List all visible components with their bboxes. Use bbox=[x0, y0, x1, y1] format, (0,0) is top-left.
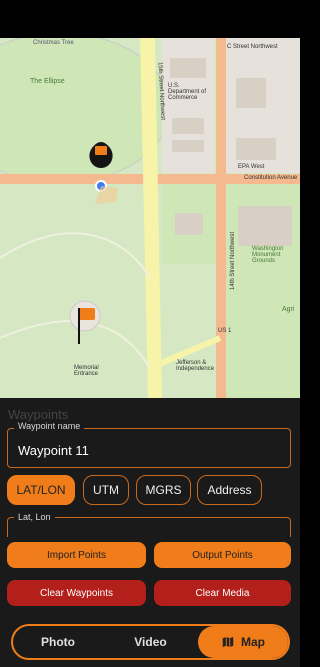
map-label-dept-commerce: U.S. Department of Commerce bbox=[168, 83, 207, 101]
clear-media-button[interactable]: Clear Media bbox=[154, 580, 291, 606]
map-label-agri: Agri bbox=[282, 306, 295, 313]
map-label-jefferson: Jefferson & Independence bbox=[176, 360, 215, 372]
map-label-monument-grounds: Washington Monument Grounds bbox=[252, 246, 284, 264]
map-view[interactable]: Christmas Tree The Ellipse C Street Nort… bbox=[0, 38, 300, 398]
waypoint-name-value[interactable]: Waypoint 11 bbox=[18, 443, 89, 458]
top-bar bbox=[0, 0, 300, 38]
latlon-field[interactable]: Lat, Lon bbox=[7, 512, 291, 537]
format-mgrs-chip[interactable]: MGRS bbox=[136, 475, 191, 505]
clear-waypoints-label: Clear Waypoints bbox=[40, 587, 113, 599]
map-label-christmas-tree: Christmas Tree bbox=[33, 40, 74, 46]
nav-video[interactable]: Video bbox=[103, 626, 198, 658]
format-utm-label: UTM bbox=[93, 483, 119, 497]
format-latlon-chip[interactable]: LAT/LON bbox=[7, 475, 75, 505]
nav-map-label: Map bbox=[241, 635, 265, 649]
map-label-epa-west: EPA West bbox=[238, 164, 265, 170]
map-label-constitution: Constitution Avenue bbox=[244, 175, 298, 181]
format-mgrs-label: MGRS bbox=[145, 483, 182, 497]
map-label-memorial-entrance: Memorial Entrance bbox=[74, 365, 99, 377]
import-points-button[interactable]: Import Points bbox=[7, 542, 146, 568]
waypoint-name-field[interactable]: Waypoint name Waypoint 11 bbox=[7, 421, 291, 468]
latlon-label: Lat, Lon bbox=[14, 512, 55, 522]
format-address-chip[interactable]: Address bbox=[197, 475, 262, 505]
waypoint-name-label: Waypoint name bbox=[14, 421, 85, 431]
clear-waypoints-button[interactable]: Clear Waypoints bbox=[7, 580, 146, 606]
nav-video-label: Video bbox=[134, 635, 167, 649]
map-icon bbox=[222, 637, 234, 647]
map-label-c-street: C Street Northwest bbox=[227, 44, 278, 50]
map-label-ellipse: The Ellipse bbox=[30, 78, 65, 85]
format-utm-chip[interactable]: UTM bbox=[83, 475, 129, 505]
nav-photo-label: Photo bbox=[41, 635, 75, 649]
section-title: Waypoints bbox=[8, 407, 69, 422]
output-points-label: Output Points bbox=[192, 549, 253, 561]
bottom-nav: Photo Video Map bbox=[11, 624, 290, 660]
clear-media-label: Clear Media bbox=[195, 587, 250, 599]
nav-map[interactable]: Map bbox=[198, 626, 288, 658]
output-points-button[interactable]: Output Points bbox=[154, 542, 291, 568]
format-address-label: Address bbox=[207, 483, 252, 497]
format-latlon-label: LAT/LON bbox=[16, 483, 66, 497]
map-label-14th: 14th Street Northwest bbox=[230, 231, 237, 291]
nav-photo[interactable]: Photo bbox=[13, 626, 103, 658]
map-label-us1: US 1 bbox=[218, 328, 232, 334]
import-points-label: Import Points bbox=[47, 549, 106, 561]
